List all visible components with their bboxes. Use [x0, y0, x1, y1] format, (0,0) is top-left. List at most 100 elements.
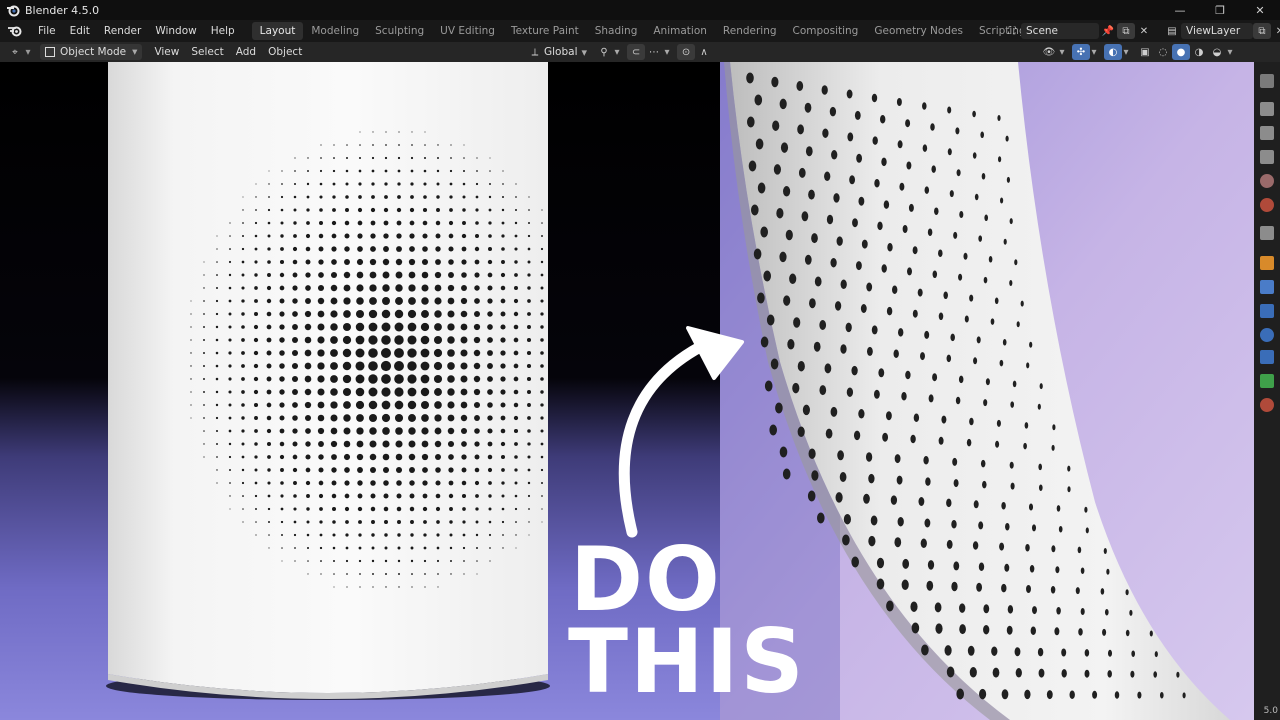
ring-hole	[1031, 524, 1037, 532]
view-layer-field[interactable]: ViewLayer	[1181, 23, 1253, 39]
ring-hole	[946, 666, 955, 678]
snap-target-icon[interactable]: ⋯	[645, 44, 663, 60]
chevron-down-icon[interactable]: ▾	[1058, 44, 1066, 60]
speaker-hole	[332, 195, 336, 199]
object-mode-dropdown[interactable]: Object Mode ▾	[40, 44, 143, 60]
ring-hole	[1153, 671, 1158, 678]
tool-icon[interactable]	[1260, 74, 1274, 88]
speaker-hole	[355, 322, 365, 332]
rendered-shading-icon[interactable]: ◒	[1208, 44, 1226, 60]
overlay-icon[interactable]: ◐	[1104, 44, 1122, 60]
snap-icon[interactable]: ⊂	[627, 44, 646, 60]
falloff-icon[interactable]: ∧	[695, 44, 713, 60]
modifier-props-icon[interactable]	[1260, 280, 1274, 294]
speaker-hole	[383, 493, 389, 499]
proportional-edit-icon[interactable]: ⊙	[677, 44, 696, 60]
render-props-icon[interactable]	[1260, 102, 1274, 116]
pivot-point-icon[interactable]: ⚲	[595, 44, 613, 60]
chevron-down-icon[interactable]: ▾	[1122, 44, 1130, 60]
minimize-icon[interactable]: —	[1160, 0, 1200, 20]
speaker-hole	[487, 376, 493, 382]
speaker-hole	[291, 362, 299, 370]
view-layer-icon[interactable]: ▤	[1163, 23, 1181, 39]
world-props-icon[interactable]	[1260, 198, 1274, 212]
maximize-icon[interactable]: ❐	[1200, 0, 1240, 20]
new-scene-icon[interactable]: ⧉	[1117, 23, 1135, 39]
speaker-hole	[463, 573, 465, 575]
speaker-hole	[356, 440, 364, 448]
tab-modeling[interactable]: Modeling	[303, 22, 367, 40]
view-layer-props-icon[interactable]	[1260, 150, 1274, 164]
editor-type-icon[interactable]: ⌖	[6, 44, 24, 60]
menu-select[interactable]: Select	[185, 46, 229, 58]
speaker-hole	[433, 348, 443, 358]
tab-texture-paint[interactable]: Texture Paint	[503, 22, 587, 40]
chevron-down-icon[interactable]: ▾	[663, 44, 671, 60]
delete-view-layer-icon[interactable]: ✕	[1271, 23, 1280, 39]
constraints-props-icon[interactable]	[1260, 350, 1274, 364]
ring-hole	[1039, 383, 1043, 390]
ring-hole	[840, 279, 847, 290]
speaker-hole	[305, 467, 311, 473]
collection-props-icon[interactable]	[1260, 226, 1274, 240]
scene-field[interactable]: Scene	[1021, 23, 1099, 39]
speaker-hole	[448, 493, 454, 499]
menu-edit[interactable]: Edit	[63, 20, 97, 42]
chevron-down-icon[interactable]: ▾	[1090, 44, 1098, 60]
3d-viewport[interactable]: DO THIS	[0, 62, 1254, 720]
pin-icon[interactable]: 📌	[1099, 23, 1117, 39]
speaker-hole	[266, 311, 272, 317]
physics-props-icon[interactable]	[1260, 328, 1274, 342]
chevron-down-icon[interactable]: ▾	[613, 44, 621, 60]
object-props-icon[interactable]	[1260, 256, 1274, 270]
tab-sculpting[interactable]: Sculpting	[367, 22, 432, 40]
tab-uv-editing[interactable]: UV Editing	[432, 22, 503, 40]
speaker-hole	[356, 284, 364, 292]
menu-help[interactable]: Help	[204, 20, 242, 42]
particles-props-icon[interactable]	[1260, 304, 1274, 318]
speaker-hole	[343, 323, 351, 331]
material-shading-icon[interactable]: ◑	[1190, 44, 1208, 60]
wireframe-shading-icon[interactable]: ◌	[1154, 44, 1172, 60]
transform-orientation-label[interactable]: Global	[544, 46, 578, 58]
transform-orientation-icon[interactable]: ⟂	[526, 44, 544, 60]
output-props-icon[interactable]	[1260, 126, 1274, 140]
speaker-hole	[241, 234, 245, 238]
new-view-layer-icon[interactable]: ⧉	[1253, 23, 1271, 39]
scene-icon[interactable]: ⛶	[1003, 23, 1021, 39]
xray-icon[interactable]: ▣	[1136, 44, 1154, 60]
speaker-hole	[268, 170, 270, 172]
ring-hole	[858, 196, 865, 206]
menu-render[interactable]: Render	[97, 20, 148, 42]
data-props-icon[interactable]	[1260, 374, 1274, 388]
scene-props-icon[interactable]	[1260, 174, 1274, 188]
menu-file[interactable]: File	[31, 20, 63, 42]
speaker-hole	[433, 335, 443, 345]
menu-window[interactable]: Window	[148, 20, 203, 42]
tab-compositing[interactable]: Compositing	[785, 22, 867, 40]
menu-add[interactable]: Add	[230, 46, 262, 58]
menu-object[interactable]: Object	[262, 46, 308, 58]
speaker-hole	[461, 454, 467, 460]
tab-geometry-nodes[interactable]: Geometry Nodes	[866, 22, 971, 40]
visibility-icon[interactable]: 👁	[1040, 44, 1058, 60]
tab-shading[interactable]: Shading	[587, 22, 646, 40]
chevron-down-icon[interactable]: ▾	[24, 44, 32, 60]
tab-animation[interactable]: Animation	[645, 22, 715, 40]
chevron-down-icon[interactable]: ▾	[582, 46, 588, 59]
close-icon[interactable]: ✕	[1240, 0, 1280, 20]
material-props-icon[interactable]	[1260, 398, 1274, 412]
ring-hole	[1004, 563, 1010, 572]
delete-scene-icon[interactable]: ✕	[1135, 23, 1153, 39]
chevron-down-icon[interactable]: ▾	[1226, 44, 1234, 60]
blender-menu-icon[interactable]	[7, 24, 23, 38]
ring-hole	[747, 116, 755, 128]
gizmo-icon[interactable]: ✣	[1072, 44, 1090, 60]
speaker-hole	[540, 247, 544, 251]
solid-shading-icon[interactable]: ●	[1172, 44, 1190, 60]
tab-layout[interactable]: Layout	[251, 22, 304, 40]
speaker-hole	[306, 208, 310, 212]
menu-view[interactable]: View	[148, 46, 185, 58]
tab-rendering[interactable]: Rendering	[715, 22, 785, 40]
speaker-hole	[500, 415, 506, 421]
